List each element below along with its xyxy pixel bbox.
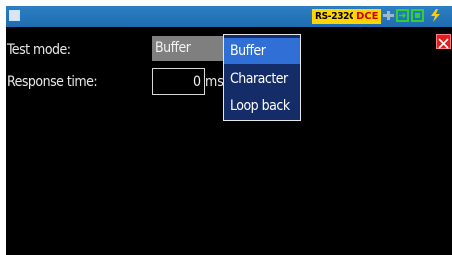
test-mode-label: Test mode: [7,42,71,58]
close-button[interactable] [436,34,451,49]
power-icon [431,9,440,22]
dropdown-option-loop-back[interactable]: Loop back [224,93,300,119]
test-mode-dropdown[interactable]: Buffer Character Loop back [223,34,301,121]
role-badge: DCE [353,9,382,24]
response-time-unit: ms [205,74,224,90]
device-screen: RS-232C DCE Test mode: Buffer Response t… [6,6,452,255]
response-time-input[interactable]: 0 [152,68,205,95]
interface-badge: RS-232C [312,9,359,24]
dropdown-option-character[interactable]: Character [224,66,300,92]
test-mode-select[interactable]: Buffer [152,36,226,61]
usb-icon [396,9,409,22]
status-bar: RS-232C DCE [6,6,452,27]
response-time-value: 0 [192,74,201,90]
lan-icon [383,11,394,20]
close-icon [438,38,449,49]
sd-card-icon [411,9,424,22]
response-time-label: Response time: [7,74,98,90]
window-icon [9,10,20,21]
test-mode-value: Buffer [155,40,191,56]
dropdown-option-buffer[interactable]: Buffer [224,38,300,64]
